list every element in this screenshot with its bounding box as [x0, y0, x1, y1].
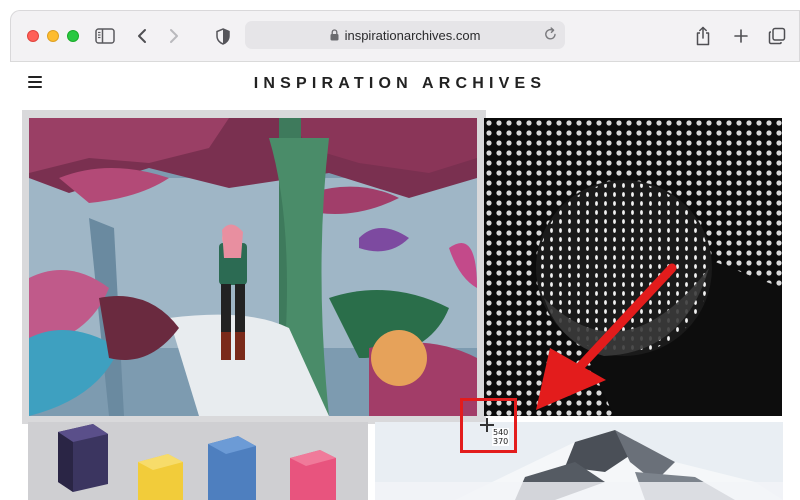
minimize-window-button[interactable] [47, 30, 59, 42]
cubes-card[interactable] [28, 422, 368, 500]
sidebar-icon[interactable] [93, 24, 117, 48]
chevron-right-icon[interactable] [162, 24, 186, 48]
close-window-button[interactable] [27, 30, 39, 42]
mountain-image [375, 422, 783, 500]
halftone-sphere-image [484, 118, 782, 416]
site-title: INSPIRATION ARCHIVES [253, 75, 547, 92]
forest-illustration-image [29, 118, 477, 416]
cursor-coordinates: 540 370 [492, 428, 510, 446]
halftone-sphere-card[interactable] [484, 118, 782, 416]
chevron-left-icon[interactable] [130, 24, 154, 48]
forest-illustration-card[interactable] [22, 110, 486, 424]
reload-icon[interactable] [544, 27, 557, 41]
share-icon[interactable] [691, 24, 715, 48]
mountain-card[interactable] [375, 422, 783, 500]
lock-icon [330, 29, 339, 41]
tab-overview-icon[interactable] [765, 24, 789, 48]
zoom-window-button[interactable] [67, 30, 79, 42]
cursor-x: 540 [493, 428, 509, 437]
address-bar[interactable]: inspirationarchives.com [245, 21, 565, 49]
plus-icon[interactable] [729, 24, 753, 48]
browser-toolbar: inspirationarchives.com [10, 10, 800, 62]
cubes-image [28, 422, 368, 500]
address-text: inspirationarchives.com [344, 27, 481, 43]
cursor-y: 370 [493, 437, 509, 446]
shield-icon[interactable] [211, 24, 235, 48]
